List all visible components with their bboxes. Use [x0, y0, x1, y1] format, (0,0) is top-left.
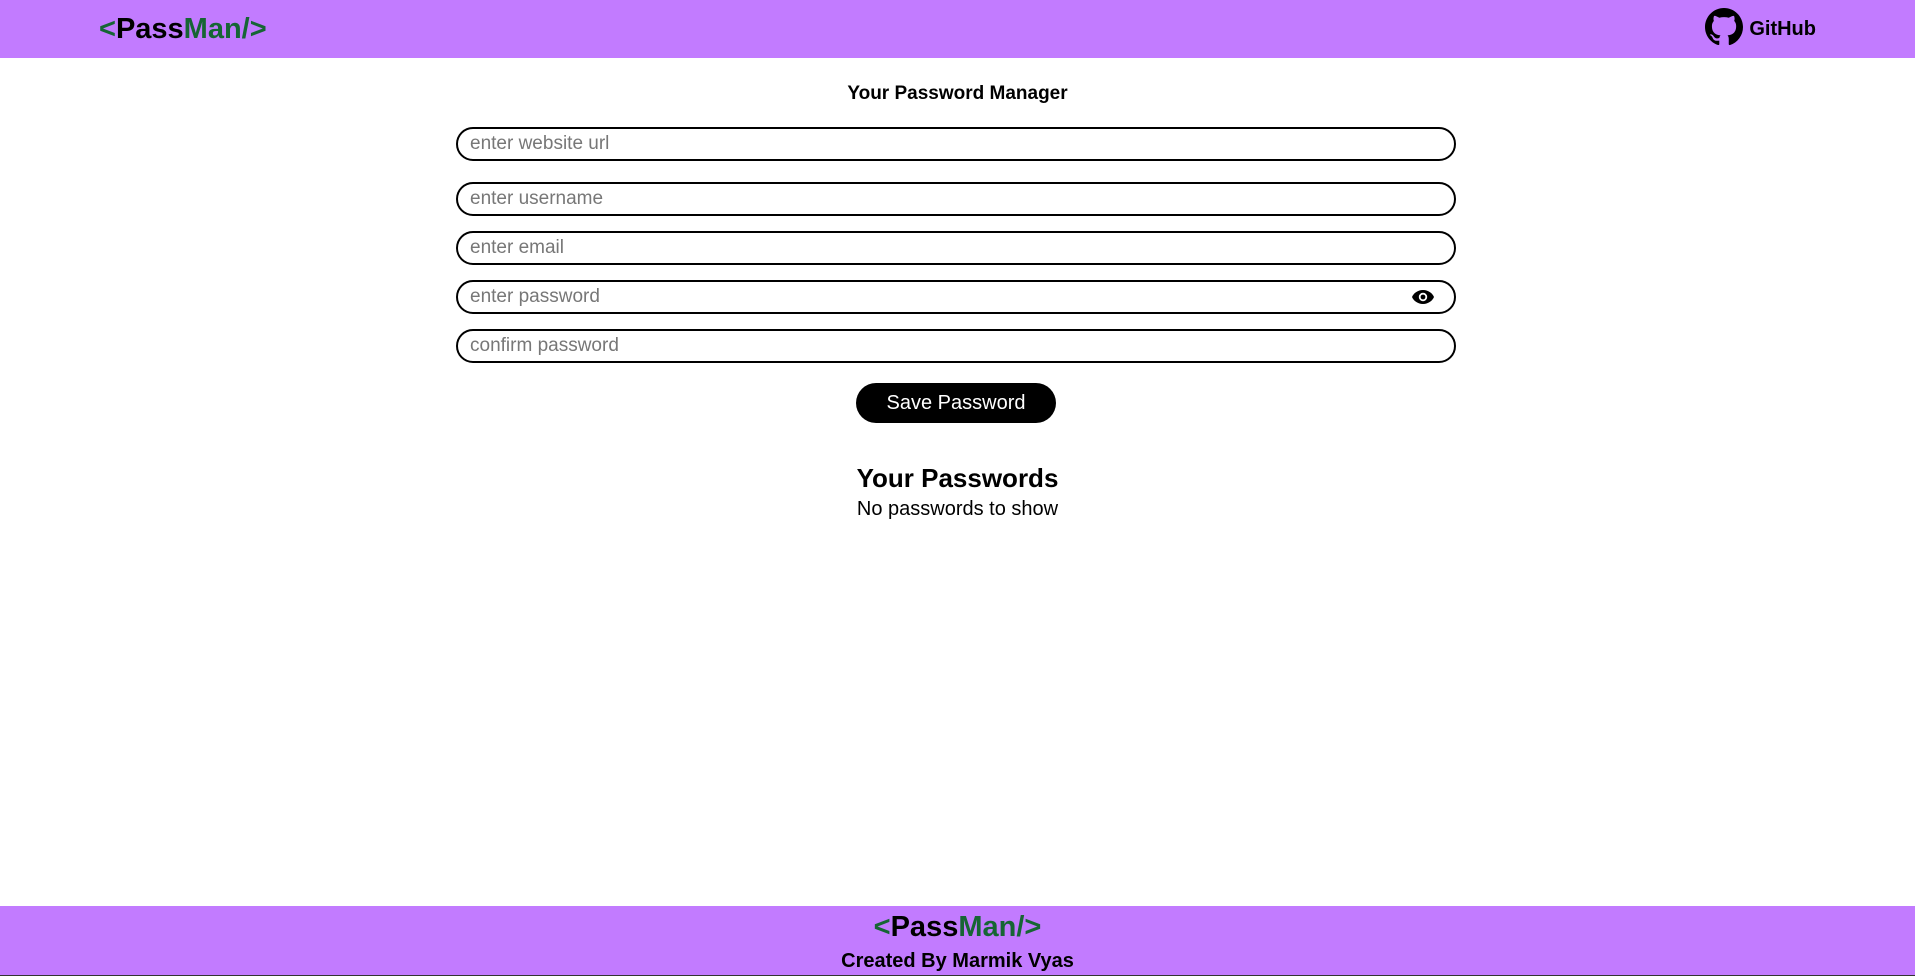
password-field[interactable] — [456, 280, 1456, 314]
github-icon — [1705, 7, 1744, 51]
save-password-button[interactable]: Save Password — [856, 383, 1056, 423]
empty-state-text: No passwords to show — [856, 498, 1059, 520]
footer-logo: < Pass Man/ > — [0, 911, 1915, 944]
username-input[interactable] — [470, 188, 1442, 210]
github-label: GitHub — [1749, 17, 1816, 40]
navbar: < Pass Man/ > GitHub — [0, 0, 1915, 58]
logo-pass-text: Pass — [890, 911, 959, 943]
logo-open-bracket: < — [873, 911, 891, 943]
confirm-password-field[interactable] — [456, 329, 1456, 363]
brand-logo[interactable]: < Pass Man/ > — [99, 13, 267, 46]
password-input[interactable] — [470, 286, 1402, 308]
email-field[interactable] — [456, 231, 1456, 265]
website-input[interactable] — [470, 133, 1442, 155]
page-title: Your Password Manager — [847, 83, 1068, 104]
logo-pass-text: Pass — [115, 13, 184, 45]
passwords-section-title: Your Passwords — [856, 463, 1059, 493]
footer-credit: Created By Marmik Vyas — [841, 950, 1074, 972]
footer: < Pass Man/ > Created By Marmik Vyas — [0, 906, 1915, 976]
website-field[interactable] — [456, 127, 1456, 161]
logo-man-text: Man/ — [958, 911, 1025, 943]
logo-open-bracket: < — [99, 13, 116, 45]
eye-icon[interactable] — [1410, 288, 1436, 306]
email-input[interactable] — [470, 237, 1442, 259]
username-field[interactable] — [456, 182, 1456, 216]
confirm-password-input[interactable] — [470, 335, 1442, 357]
logo-man-text: Man/ — [183, 13, 250, 45]
github-link[interactable]: GitHub — [1705, 7, 1816, 51]
logo-close-bracket: > — [249, 13, 267, 45]
logo-close-bracket: > — [1024, 911, 1042, 943]
